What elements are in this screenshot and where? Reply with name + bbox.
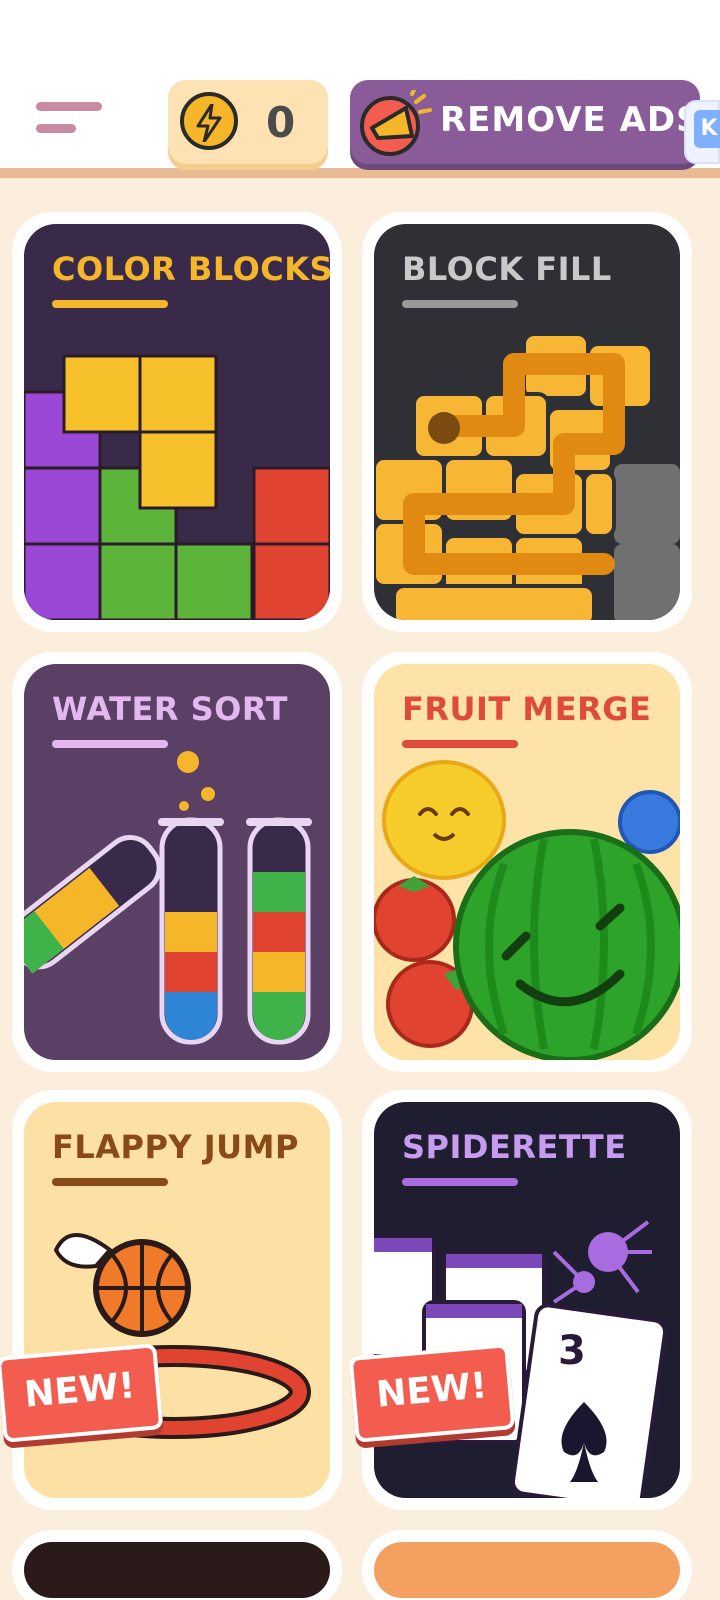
top-bar-divider [0, 168, 720, 178]
game-title: FRUIT MERGE [402, 690, 652, 728]
game-card-art: FLAPPY JUMP [24, 1102, 330, 1498]
game-card-fruit-merge[interactable]: FRUIT MERGE [362, 652, 692, 1072]
game-title: BLOCK FILL [402, 250, 612, 288]
game-card-color-blocks[interactable]: COLOR BLOCKS [12, 212, 342, 632]
game-title: FLAPPY JUMP [52, 1128, 299, 1166]
game-card-water-sort[interactable]: WATER SORT [12, 652, 342, 1072]
game-card-partial[interactable] [362, 1530, 692, 1600]
title-underline [402, 300, 518, 308]
hamburger-menu-icon[interactable] [30, 94, 110, 142]
remove-ads-label: REMOVE ADS [440, 100, 700, 140]
new-badge-label: NEW! [22, 1365, 137, 1416]
game-card-art: WATER SORT [24, 664, 330, 1060]
new-badge-label: NEW! [374, 1365, 489, 1416]
title-underline [52, 1178, 168, 1186]
game-card-block-fill[interactable]: BLOCK FILL [362, 212, 692, 632]
game-title: SPIDERETTE [402, 1128, 627, 1166]
game-title: COLOR BLOCKS [52, 250, 330, 288]
game-card-art [374, 1542, 680, 1598]
menu-line [36, 102, 102, 111]
title-underline [402, 1178, 518, 1186]
game-card-art: BLOCK FILL [374, 224, 680, 620]
game-title: WATER SORT [52, 690, 288, 728]
title-underline [402, 740, 518, 748]
game-card-spiderette[interactable]: 3 SPIDERETTE [362, 1090, 692, 1510]
keyboard-shortcut-badge[interactable]: K [684, 100, 720, 164]
title-underline [52, 740, 168, 748]
lightning-coin-icon [180, 92, 238, 150]
svg-text:3: 3 [558, 1328, 586, 1374]
new-badge: NEW! [0, 1343, 164, 1443]
remove-ads-button[interactable]: REMOVE ADS [350, 80, 700, 164]
title-underline [52, 300, 168, 308]
menu-line [36, 124, 76, 133]
coin-balance[interactable]: 0 [168, 80, 328, 164]
new-badge: NEW! [348, 1343, 516, 1443]
game-card-partial[interactable] [12, 1530, 342, 1600]
game-card-art: 3 SPIDERETTE [374, 1102, 680, 1498]
keyboard-badge-label: K [694, 110, 720, 148]
game-card-flappy-jump[interactable]: FLAPPY JUMP [12, 1090, 342, 1510]
megaphone-icon [360, 90, 432, 156]
coin-count: 0 [266, 98, 296, 147]
game-card-art: FRUIT MERGE [374, 664, 680, 1060]
game-card-art [24, 1542, 330, 1598]
game-card-art: COLOR BLOCKS [24, 224, 330, 620]
